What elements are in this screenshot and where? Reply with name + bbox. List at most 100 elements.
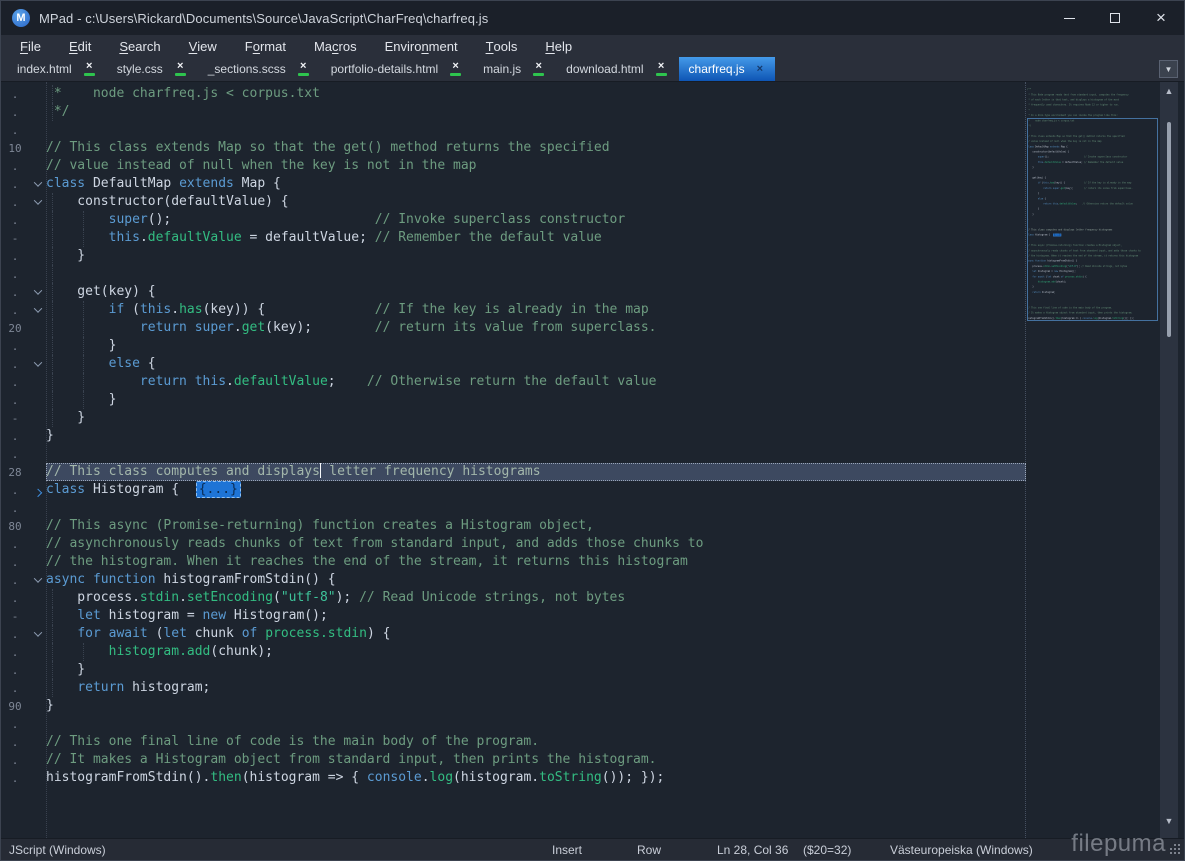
line-number: . [1,124,29,137]
chevron-down-icon [33,574,41,582]
code-token: } [46,410,85,425]
code-line[interactable]: . } [1,391,1184,409]
close-button[interactable]: × [1138,1,1184,35]
menu-view[interactable]: View [175,35,231,57]
status-cursor-position[interactable]: Ln 28, Col 36 [717,843,788,857]
code-line[interactable]: . constructor(defaultValue) { [1,193,1184,211]
menu-search[interactable]: Search [105,35,174,57]
folded-code-placeholder[interactable]: {...} [196,481,241,498]
tab-charfreq.js[interactable]: charfreq.js× [679,57,775,81]
code-line[interactable]: . [1,715,1184,733]
menu-tools[interactable]: Tools [472,35,532,57]
menu-file[interactable]: File [6,35,55,57]
code-editor[interactable]: . * node charfreq.js < corpus.txt. */. 10… [1,82,1184,838]
menu-environment[interactable]: Environment [371,35,472,57]
minimize-button[interactable] [1046,1,1092,35]
code-line[interactable]: .// This one final line of code is the m… [1,733,1184,751]
scrollbar-thumb[interactable] [1167,122,1171,337]
code-line[interactable]: - } [1,409,1184,427]
tab-main.js[interactable]: main.js× [473,57,556,81]
vertical-scrollbar[interactable]: ▲ ▼ [1160,82,1178,838]
code-line[interactable]: . } [1,337,1184,355]
fold-collapse-control[interactable] [29,199,46,205]
tab-_sections.scss[interactable]: _sections.scss× [198,57,321,81]
status-language[interactable]: JScript (Windows) [9,843,106,857]
tab-close-button[interactable]: × [656,62,667,76]
fold-collapse-control[interactable] [29,289,46,295]
code-line[interactable]: . [1,121,1184,139]
code-line[interactable]: 10// This class extends Map so that the … [1,139,1184,157]
menu-help[interactable]: Help [531,35,586,57]
code-text: } [46,661,85,679]
code-line[interactable]: 28// This class computes and displays le… [1,463,1184,481]
fold-expand-control[interactable] [29,487,46,493]
code-line[interactable]: . else { [1,355,1184,373]
fold-collapse-control[interactable] [29,307,46,313]
minimap[interactable]: /** * This Node program reads text from … [1027,87,1159,325]
code-line[interactable]: .async function histogramFromStdin() { [1,571,1184,589]
tab-index.html[interactable]: index.html× [7,57,107,81]
tab-close-button[interactable]: × [533,62,544,76]
code-line[interactable]: . } [1,247,1184,265]
code-line[interactable]: .// the histogram. When it reaches the e… [1,553,1184,571]
tab-close-button[interactable]: × [757,65,763,74]
tab-download.html[interactable]: download.html× [556,57,678,81]
menu-format[interactable]: Format [231,35,300,57]
tab-close-button[interactable]: × [84,62,95,76]
tab-close-button[interactable]: × [298,62,309,76]
status-encoding[interactable]: Västeuropeiska (Windows) [890,843,1033,857]
code-line[interactable]: . histogram.add(chunk); [1,643,1184,661]
code-line[interactable]: . if (this.has(key)) { // If the key is … [1,301,1184,319]
scroll-up-icon[interactable]: ▲ [1160,84,1178,98]
tab-close-button[interactable]: × [450,62,461,76]
code-line[interactable]: . for await (let chunk of process.stdin)… [1,625,1184,643]
tab-portfolio-details.html[interactable]: portfolio-details.html× [321,57,473,81]
code-line[interactable]: . * node charfreq.js < corpus.txt [1,85,1184,103]
code-line[interactable]: .// It makes a Histogram object from sta… [1,751,1184,769]
status-row-mode[interactable]: Row [637,843,661,857]
code-token: // Remember the default value [375,230,602,245]
code-line[interactable]: . return histogram; [1,679,1184,697]
code-line[interactable]: . super(); // Invoke superclass construc… [1,211,1184,229]
fold-collapse-control[interactable] [29,181,46,187]
code-line[interactable]: .// asynchronously reads chunks of text … [1,535,1184,553]
code-line[interactable]: . } [1,661,1184,679]
code-line[interactable]: . process.stdin.setEncoding("utf-8"); //… [1,589,1184,607]
code-line[interactable]: .// value instead of null when the key i… [1,157,1184,175]
menu-edit[interactable]: Edit [55,35,105,57]
maximize-button[interactable] [1092,1,1138,35]
menu-macros[interactable]: Macros [300,35,371,57]
code-line[interactable]: . */ [1,103,1184,121]
code-line[interactable]: 20 return super.get(key); // return its … [1,319,1184,337]
scroll-down-icon[interactable]: ▼ [1160,814,1178,828]
code-token [187,320,195,335]
code-line[interactable]: .class Histogram { {...} [1,481,1184,499]
fold-collapse-control[interactable] [29,631,46,637]
code-text: if (this.has(key)) { // If the key is al… [46,301,649,319]
code-line[interactable]: .} [1,427,1184,445]
code-token: class [46,482,85,497]
code-text: this.defaultValue = defaultValue; // Rem… [46,229,602,247]
minimap-viewport-box[interactable] [1027,118,1158,321]
tab-close-button[interactable]: × [175,62,186,76]
code-line[interactable]: - let histogram = new Histogram(); [1,607,1184,625]
code-line[interactable]: .class DefaultMap extends Map { [1,175,1184,193]
fold-collapse-control[interactable] [29,577,46,583]
code-line[interactable]: 80// This async (Promise-returning) func… [1,517,1184,535]
code-line[interactable]: 90} [1,697,1184,715]
fold-collapse-control[interactable] [29,361,46,367]
line-number: . [1,88,29,101]
status-insert-mode[interactable]: Insert [552,843,582,857]
tab-style.css[interactable]: style.css× [107,57,198,81]
code-token: extends [179,176,234,191]
code-line[interactable]: . [1,445,1184,463]
line-number: . [1,628,29,641]
code-line[interactable]: - this.defaultValue = defaultValue; // R… [1,229,1184,247]
code-line[interactable]: . get(key) { [1,283,1184,301]
code-line[interactable]: . [1,265,1184,283]
tab-list-dropdown-button[interactable]: ▼ [1159,60,1178,78]
code-line[interactable]: . return this.defaultValue; // Otherwise… [1,373,1184,391]
code-line[interactable]: . [1,499,1184,517]
code-token: histogram = [101,608,203,623]
code-line[interactable]: .histogramFromStdin().then(histogram => … [1,769,1184,787]
